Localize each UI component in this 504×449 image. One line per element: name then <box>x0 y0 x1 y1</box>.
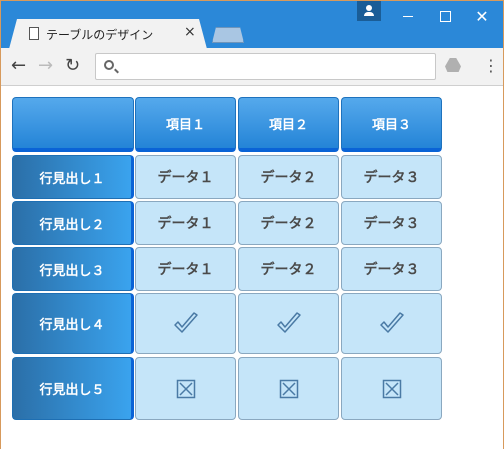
new-tab-button[interactable] <box>212 27 244 43</box>
table-cell-check <box>238 293 339 354</box>
column-header-3: 項目３ <box>341 97 442 152</box>
row-header-4: 行見出し４ <box>12 293 134 354</box>
table-cell-x <box>341 357 442 420</box>
close-window-button[interactable]: ✕ <box>459 1 504 31</box>
table-cell-x <box>238 357 339 420</box>
row-header-1: 行見出し１ <box>12 155 134 199</box>
table-cell: データ２ <box>238 247 339 291</box>
table-cell: データ３ <box>341 247 442 291</box>
table-cell: データ１ <box>135 247 236 291</box>
table-cell-check <box>341 293 442 354</box>
browser-toolbar: ← → ↻ ⋮ <box>1 48 503 86</box>
tab-title: テーブルのデザイン <box>46 28 154 42</box>
address-bar[interactable] <box>95 53 436 80</box>
drive-extension-icon[interactable] <box>445 58 461 72</box>
table-cell: データ３ <box>341 201 442 245</box>
forward-arrow-icon[interactable]: → <box>38 56 53 76</box>
column-header-1: 項目１ <box>135 97 236 152</box>
document-icon <box>29 27 39 40</box>
browser-window: テーブルのデザイン × ✕ ← → ↻ ⋮ 項目１ 項目２ 項目３ 行見出し１ データ１… <box>0 0 504 449</box>
tab-close-icon[interactable]: × <box>184 24 196 40</box>
table-cell: データ１ <box>135 201 236 245</box>
browser-tab[interactable]: テーブルのデザイン × <box>9 19 207 49</box>
table-cell-x <box>135 357 236 420</box>
reload-icon[interactable]: ↻ <box>65 56 80 76</box>
check-icon <box>173 311 198 333</box>
search-icon <box>104 60 114 70</box>
user-profile-icon[interactable] <box>357 1 381 21</box>
table-cell-check <box>135 293 236 354</box>
back-arrow-icon[interactable]: ← <box>11 56 26 76</box>
table-cell: データ２ <box>238 155 339 199</box>
check-icon <box>276 311 301 333</box>
x-box-icon <box>279 379 298 398</box>
table-corner <box>12 97 134 152</box>
design-table: 項目１ 項目２ 項目３ 行見出し１ データ１ データ２ データ３ 行見出し２ データ１ データ２ デ… <box>1 87 503 449</box>
row-header-5: 行見出し５ <box>12 357 134 420</box>
title-bar: テーブルのデザイン × ✕ <box>1 1 504 49</box>
check-icon <box>379 311 404 333</box>
row-header-2: 行見出し２ <box>12 201 134 245</box>
x-box-icon <box>382 379 401 398</box>
row-header-3: 行見出し３ <box>12 247 134 291</box>
table-cell: データ２ <box>238 201 339 245</box>
table-cell: データ１ <box>135 155 236 199</box>
column-header-2: 項目２ <box>238 97 339 152</box>
table-cell: データ３ <box>341 155 442 199</box>
menu-icon[interactable]: ⋮ <box>483 56 499 76</box>
x-box-icon <box>176 379 195 398</box>
